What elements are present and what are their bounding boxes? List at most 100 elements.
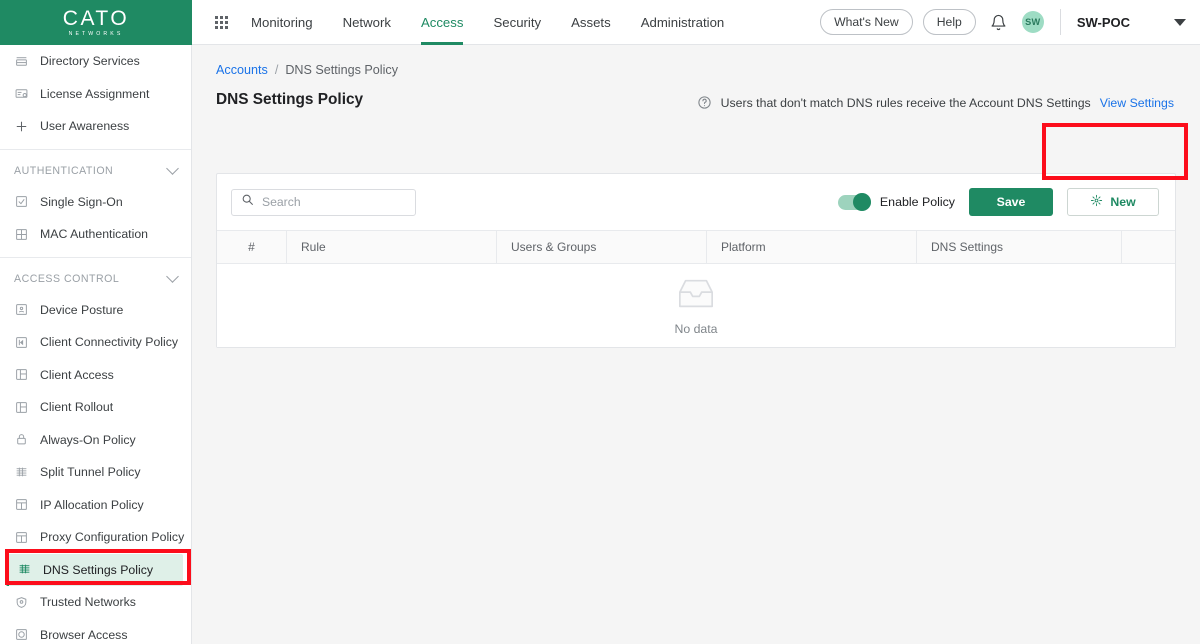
sidebar-group-label: ACCESS CONTROL <box>14 272 120 285</box>
view-settings-link[interactable]: View Settings <box>1100 96 1174 110</box>
panel-icon <box>14 400 29 415</box>
sidebar-item-client-connectivity-policy[interactable]: Client Connectivity Policy <box>0 326 191 359</box>
search-icon <box>241 193 254 211</box>
column-header-index[interactable]: # <box>217 231 287 263</box>
client-connectivity-icon <box>14 335 29 350</box>
nav-tab-network[interactable]: Network <box>328 0 406 45</box>
save-button[interactable]: Save <box>969 188 1053 216</box>
question-circle-icon <box>697 95 712 110</box>
no-data-label: No data <box>674 322 718 336</box>
sidebar-item-single-sign-on[interactable]: Single Sign-On <box>0 186 191 219</box>
sidebar-item-split-tunnel-policy[interactable]: Split Tunnel Policy <box>0 456 191 489</box>
plus-icon <box>14 119 29 134</box>
card-toolbar: Search Enable Policy Save New <box>217 174 1175 230</box>
sidebar-item-client-access[interactable]: Client Access <box>0 359 191 392</box>
nav-tab-access[interactable]: Access <box>406 0 479 45</box>
sidebar-item-label: IP Allocation Policy <box>40 497 144 512</box>
policy-card: Search Enable Policy Save New # Rule Use… <box>216 173 1176 348</box>
device-posture-icon <box>14 302 29 317</box>
sidebar-item-label: License Assignment <box>40 86 150 101</box>
logo-tagline: NETWORKS <box>68 30 124 37</box>
sidebar-item-label: Browser Access <box>40 627 128 642</box>
breadcrumb-accounts-link[interactable]: Accounts <box>216 63 268 77</box>
column-header-users-groups[interactable]: Users & Groups <box>497 231 707 263</box>
split-tunnel-icon <box>14 465 29 480</box>
license-assignment-icon <box>14 86 29 101</box>
sidebar-item-label: Proxy Configuration Policy <box>40 530 185 545</box>
chevron-down-icon[interactable] <box>166 162 179 175</box>
lock-icon <box>14 432 29 447</box>
divider <box>1059 9 1061 35</box>
panel-icon <box>14 367 29 382</box>
sidebar-group-access-control[interactable]: ACCESS CONTROL <box>0 264 191 294</box>
new-button-label: New <box>1110 195 1136 209</box>
primary-nav: Monitoring Network Access Security Asset… <box>192 0 820 45</box>
new-button[interactable]: New <box>1067 188 1159 216</box>
enable-policy-toggle-group[interactable]: Enable Policy <box>837 193 955 211</box>
sidebar-item-label: Client Rollout <box>40 400 114 415</box>
sidebar-item-label: DNS Settings Policy <box>43 562 154 577</box>
sidebar-item-browser-access[interactable]: Browser Access <box>0 619 191 644</box>
sidebar-item-label: Split Tunnel Policy <box>40 465 141 480</box>
nav-tab-administration[interactable]: Administration <box>626 0 740 45</box>
breadcrumb-separator: / <box>274 63 279 77</box>
chevron-down-icon[interactable] <box>166 270 179 283</box>
top-bar-actions: What's New Help SW SW-POC <box>820 0 1200 44</box>
checkbox-icon <box>14 194 29 209</box>
avatar[interactable]: SW <box>1021 11 1044 33</box>
sidebar-item-user-awareness[interactable]: User Awareness <box>0 110 191 143</box>
sidebar-item-label: Device Posture <box>40 302 124 317</box>
column-header-dns-settings[interactable]: DNS Settings <box>917 231 1122 263</box>
main-content: Accounts / DNS Settings Policy DNS Setti… <box>192 45 1200 644</box>
enable-policy-toggle[interactable] <box>837 193 871 211</box>
directory-services-icon <box>14 54 29 69</box>
sidebar-item-mac-authentication[interactable]: MAC Authentication <box>0 218 191 251</box>
column-header-rule[interactable]: Rule <box>287 231 497 263</box>
caret-down-icon[interactable] <box>1174 18 1186 26</box>
sidebar-group-authentication[interactable]: AUTHENTICATION <box>0 156 191 186</box>
toolbar-actions: Enable Policy Save New <box>837 188 1159 216</box>
sidebar-item-license-assignment[interactable]: License Assignment <box>0 78 191 111</box>
nav-tab-security[interactable]: Security <box>478 0 556 45</box>
table-header-row: # Rule Users & Groups Platform DNS Setti… <box>217 230 1175 264</box>
sidebar-item-trusted-networks[interactable]: Trusted Networks <box>0 586 191 619</box>
grid-four-icon <box>14 227 29 242</box>
sidebar: Directory Services License Assignment Us… <box>0 45 192 644</box>
account-selector[interactable]: SW-POC <box>1077 15 1130 30</box>
nav-tab-monitoring[interactable]: Monitoring <box>236 0 328 45</box>
empty-inbox-icon <box>673 275 719 318</box>
sidebar-item-dns-settings-policy[interactable]: DNS Settings Policy <box>6 553 183 586</box>
help-button[interactable]: Help <box>922 9 976 35</box>
search-placeholder: Search <box>262 195 301 209</box>
cato-logo[interactable]: CATO NETWORKS <box>0 0 192 45</box>
ip-allocation-icon <box>14 497 29 512</box>
sidebar-item-label: Client Connectivity Policy <box>40 335 179 350</box>
account-settings-hint: Users that don't match DNS rules receive… <box>697 91 1174 110</box>
sidebar-item-device-posture[interactable]: Device Posture <box>0 294 191 327</box>
toggle-knob <box>852 193 871 211</box>
shield-icon <box>14 595 29 610</box>
sparkle-plus-icon <box>1090 194 1103 210</box>
sidebar-item-directory-services[interactable]: Directory Services <box>0 45 191 78</box>
grid-apps-icon[interactable] <box>206 7 236 37</box>
whats-new-button[interactable]: What's New <box>820 9 913 35</box>
sidebar-item-always-on-policy[interactable]: Always-On Policy <box>0 424 191 457</box>
hint-text: Users that don't match DNS rules receive… <box>720 95 1091 110</box>
sidebar-item-client-rollout[interactable]: Client Rollout <box>0 391 191 424</box>
proxy-config-icon <box>14 530 29 545</box>
sidebar-item-ip-allocation-policy[interactable]: IP Allocation Policy <box>0 489 191 522</box>
column-header-platform[interactable]: Platform <box>707 231 917 263</box>
sidebar-item-label: MAC Authentication <box>40 227 148 242</box>
search-input[interactable]: Search <box>231 188 416 216</box>
table-body-empty-state: No data <box>217 264 1175 347</box>
column-header-actions <box>1122 231 1175 263</box>
sidebar-item-proxy-configuration-policy[interactable]: Proxy Configuration Policy <box>0 521 191 554</box>
top-bar: CATO NETWORKS Monitoring Network Access … <box>0 0 1200 45</box>
divider <box>0 148 191 150</box>
nav-tab-assets[interactable]: Assets <box>556 0 626 45</box>
bell-icon[interactable] <box>986 9 1012 35</box>
page-title: DNS Settings Policy <box>216 91 364 108</box>
sidebar-item-label: Single Sign-On <box>40 194 123 209</box>
browser-access-icon <box>14 627 29 642</box>
sidebar-group-label: AUTHENTICATION <box>14 164 114 177</box>
